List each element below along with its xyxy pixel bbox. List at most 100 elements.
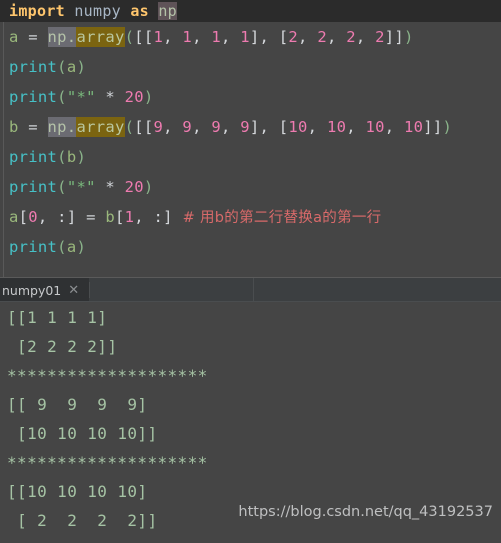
- code-token: (: [124, 118, 135, 136]
- code-token: ): [76, 58, 87, 76]
- code-token: print: [9, 238, 58, 256]
- code-token: ,: [163, 28, 183, 46]
- code-token: np.: [47, 27, 77, 47]
- tab-numpy01-label: numpy01: [2, 282, 62, 298]
- code-token: print: [9, 178, 58, 196]
- code-token: # 用b的第二行替换a的第一行: [172, 210, 382, 226]
- code-token: ], [: [249, 28, 289, 46]
- code-token: (: [57, 148, 67, 166]
- code-token: import: [9, 2, 65, 20]
- line-a-assign[interactable]: a = np.array([[1, 1, 1, 1], [2, 2, 2, 2]…: [0, 22, 501, 52]
- code-token: ): [442, 118, 453, 136]
- code-token: array: [76, 117, 125, 137]
- tabbar-empty-space: [90, 278, 501, 302]
- console-output[interactable]: [[1 1 1 1] [2 2 2 2]] *******************…: [0, 302, 501, 543]
- code-token: =: [28, 118, 48, 136]
- run-panel-tabbar[interactable]: numpy01 ✕: [0, 278, 501, 302]
- code-token: [[: [134, 118, 154, 136]
- line-import[interactable]: import numpy as np: [0, 0, 501, 22]
- console-line: [10 10 10 10]]: [7, 424, 158, 443]
- code-token: (: [124, 28, 135, 46]
- line-print-stars-1[interactable]: print("*" * 20): [0, 82, 501, 112]
- code-token: ,: [163, 118, 183, 136]
- code-token: ): [143, 88, 154, 106]
- code-token: ,: [326, 28, 347, 46]
- code-token: ,: [220, 118, 241, 136]
- console-line: [[1 1 1 1]: [7, 308, 108, 327]
- code-token: ,: [192, 118, 212, 136]
- code-token: (: [57, 58, 67, 76]
- code-editor[interactable]: import numpy as np a = np.array([[1, 1, 1…: [0, 0, 501, 277]
- line-b-assign[interactable]: b = np.array([[9, 9, 9, 9], [10, 10, 10,…: [0, 112, 501, 142]
- line-print-b[interactable]: print(b): [0, 142, 501, 172]
- code-token: ): [143, 178, 154, 196]
- code-token: 1: [153, 28, 164, 46]
- code-token: (: [57, 88, 67, 106]
- code-token: ]]: [384, 28, 405, 46]
- code-token: a: [9, 28, 29, 46]
- code-token: print: [9, 148, 58, 166]
- code-token: 9: [211, 118, 221, 136]
- code-token: 10: [326, 118, 347, 136]
- line-print-a-1[interactable]: print(a): [0, 52, 501, 82]
- tab-numpy01[interactable]: numpy01 ✕: [0, 278, 90, 302]
- code-token: ,: [192, 28, 212, 46]
- code-token: , :]: [37, 208, 77, 226]
- code-token: ], [: [249, 118, 289, 136]
- code-token: b: [105, 208, 115, 226]
- code-token: 2: [346, 28, 356, 46]
- code-token: 10: [404, 118, 424, 136]
- code-token: ,: [220, 28, 241, 46]
- code-token: [[: [134, 28, 154, 46]
- code-token: , :]: [134, 208, 173, 226]
- console-line: ********************: [7, 366, 208, 385]
- code-token: ]]: [423, 118, 443, 136]
- code-token: 9: [240, 118, 250, 136]
- code-token: ): [76, 148, 87, 166]
- code-token: a: [66, 58, 77, 76]
- code-token: [: [115, 208, 125, 226]
- code-token: 1: [211, 28, 221, 46]
- code-token: *: [95, 88, 125, 106]
- line-print-stars-2[interactable]: print("*" * 20): [0, 172, 501, 202]
- code-token: as: [130, 2, 149, 20]
- console-line: [2 2 2 2]]: [7, 337, 118, 356]
- code-token: 2: [317, 28, 327, 46]
- tabbar-secondary-separator: [253, 278, 254, 301]
- code-token: ,: [307, 118, 327, 136]
- code-token: np: [158, 2, 178, 20]
- code-token: =: [76, 208, 106, 226]
- line-print-a-2[interactable]: print(a): [0, 232, 501, 262]
- code-token: 1: [182, 28, 193, 46]
- code-token: (: [57, 238, 67, 256]
- code-token: numpy: [65, 2, 131, 20]
- code-token: (: [57, 178, 67, 196]
- code-token: print: [9, 88, 58, 106]
- code-token: 2: [375, 28, 385, 46]
- code-token: ,: [346, 118, 366, 136]
- console-line: [[10 10 10 10]: [7, 482, 148, 501]
- code-token: ): [404, 28, 414, 46]
- code-token: 10: [365, 118, 385, 136]
- code-token: 20: [124, 178, 144, 196]
- code-token: 10: [288, 118, 308, 136]
- code-token: 20: [124, 88, 144, 106]
- ide-window: import numpy as np a = np.array([[1, 1, 1…: [0, 0, 501, 543]
- code-token: ,: [355, 28, 376, 46]
- code-token: print: [9, 58, 58, 76]
- code-token: [: [18, 208, 29, 226]
- console-line: ********************: [7, 453, 208, 472]
- code-lines-container[interactable]: import numpy as np a = np.array([[1, 1, 1…: [0, 0, 501, 262]
- watermark-url: https://blog.csdn.net/qq_43192537: [238, 504, 493, 520]
- line-slice-assign[interactable]: a[0, :] = b[1, :] # 用b的第二行替换a的第一行: [0, 202, 501, 232]
- code-token: =: [28, 28, 48, 46]
- close-icon[interactable]: ✕: [68, 284, 79, 297]
- code-token: "*": [66, 178, 96, 196]
- code-token: ): [76, 238, 87, 256]
- code-token: a: [66, 238, 77, 256]
- code-token: 2: [288, 28, 299, 46]
- code-token: 0: [28, 208, 38, 226]
- code-token: ,: [384, 118, 404, 136]
- console-lines-container: [[1 1 1 1] [2 2 2 2]] *******************…: [0, 303, 501, 535]
